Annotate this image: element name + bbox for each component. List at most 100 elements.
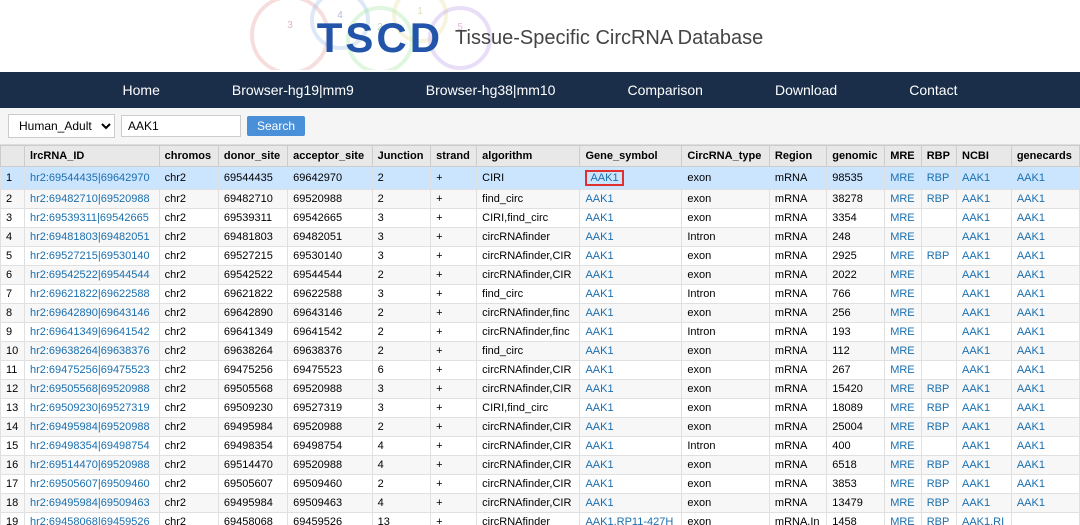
- genecards-link[interactable]: AAK1: [1017, 269, 1045, 281]
- circrna-id-link[interactable]: hr2:69527215|69530140: [30, 250, 150, 262]
- ncbi-link[interactable]: AAK1: [962, 345, 990, 357]
- gene-symbol-link[interactable]: AAK1: [585, 269, 613, 281]
- ncbi-link[interactable]: AAK1: [962, 440, 990, 452]
- circrna-id-link[interactable]: hr2:69505568|69520988: [30, 383, 150, 395]
- gene-symbol-link[interactable]: AAK1: [585, 459, 613, 471]
- ncbi-link[interactable]: AAK1: [962, 288, 990, 300]
- gene-symbol-link[interactable]: AAK1: [585, 478, 613, 490]
- rbp-link[interactable]: RBP: [927, 402, 950, 414]
- gene-symbol-link[interactable]: AAK1: [585, 440, 613, 452]
- genecards-link[interactable]: AAK1: [1017, 193, 1045, 205]
- genecards-link[interactable]: AAK1: [1017, 440, 1045, 452]
- rbp-link[interactable]: RBP: [927, 250, 950, 262]
- rbp-link[interactable]: RBP: [927, 383, 950, 395]
- mre-link[interactable]: MRE: [890, 250, 914, 262]
- ncbi-link[interactable]: AAK1: [962, 497, 990, 509]
- mre-link[interactable]: MRE: [890, 307, 914, 319]
- rbp-link[interactable]: RBP: [927, 516, 950, 525]
- mre-link[interactable]: MRE: [890, 172, 914, 184]
- mre-link[interactable]: MRE: [890, 269, 914, 281]
- circrna-id-link[interactable]: hr2:69514470|69520988: [30, 459, 150, 471]
- mre-link[interactable]: MRE: [890, 231, 914, 243]
- genecards-link[interactable]: AAK1: [1017, 402, 1045, 414]
- rbp-link[interactable]: RBP: [927, 421, 950, 433]
- circrna-id-link[interactable]: hr2:69542522|69544544: [30, 269, 150, 281]
- organism-select[interactable]: Human_Adult Human_Fetal Mouse_Adult Mous…: [8, 114, 115, 138]
- genecards-link[interactable]: AAK1: [1017, 212, 1045, 224]
- rbp-link[interactable]: RBP: [927, 478, 950, 490]
- ncbi-link[interactable]: AAK1: [962, 250, 990, 262]
- ncbi-link[interactable]: AAK1: [962, 364, 990, 376]
- ncbi-link[interactable]: AAK1: [962, 402, 990, 414]
- ncbi-link[interactable]: AAK1: [962, 172, 990, 184]
- circrna-id-link[interactable]: hr2:69458068|69459526: [30, 516, 150, 525]
- nav-download[interactable]: Download: [739, 72, 873, 108]
- ncbi-link[interactable]: AAK1: [962, 307, 990, 319]
- gene-symbol-link[interactable]: AAK1: [585, 231, 613, 243]
- search-button[interactable]: Search: [247, 116, 305, 136]
- ncbi-link[interactable]: AAK1: [962, 459, 990, 471]
- gene-symbol-link[interactable]: AAK1: [585, 212, 613, 224]
- genecards-link[interactable]: AAK1: [1017, 478, 1045, 490]
- mre-link[interactable]: MRE: [890, 364, 914, 376]
- ncbi-link[interactable]: AAK1,RI: [962, 516, 1004, 525]
- rbp-link[interactable]: RBP: [927, 459, 950, 471]
- genecards-link[interactable]: AAK1: [1017, 421, 1045, 433]
- ncbi-link[interactable]: AAK1: [962, 193, 990, 205]
- gene-symbol-link[interactable]: AAK1: [585, 402, 613, 414]
- mre-link[interactable]: MRE: [890, 326, 914, 338]
- genecards-link[interactable]: AAK1: [1017, 307, 1045, 319]
- genecards-link[interactable]: AAK1: [1017, 383, 1045, 395]
- mre-link[interactable]: MRE: [890, 440, 914, 452]
- gene-symbol-link[interactable]: AAK1: [585, 193, 613, 205]
- ncbi-link[interactable]: AAK1: [962, 212, 990, 224]
- ncbi-link[interactable]: AAK1: [962, 478, 990, 490]
- gene-symbol-link[interactable]: AAK1,RP11-427H: [585, 516, 673, 525]
- circrna-id-link[interactable]: hr2:69475256|69475523: [30, 364, 150, 376]
- ncbi-link[interactable]: AAK1: [962, 421, 990, 433]
- circrna-id-link[interactable]: hr2:69495984|69520988: [30, 421, 150, 433]
- nav-comparison[interactable]: Comparison: [591, 72, 738, 108]
- circrna-id-link[interactable]: hr2:69498354|69498754: [30, 440, 150, 452]
- gene-symbol-link[interactable]: AAK1: [585, 421, 613, 433]
- mre-link[interactable]: MRE: [890, 459, 914, 471]
- search-input[interactable]: [121, 115, 241, 137]
- ncbi-link[interactable]: AAK1: [962, 383, 990, 395]
- circrna-id-link[interactable]: hr2:69642890|69643146: [30, 307, 150, 319]
- gene-symbol-link[interactable]: AAK1: [585, 250, 613, 262]
- circrna-id-link[interactable]: hr2:69482710|69520988: [30, 193, 150, 205]
- mre-link[interactable]: MRE: [890, 421, 914, 433]
- mre-link[interactable]: MRE: [890, 497, 914, 509]
- nav-home[interactable]: Home: [87, 72, 196, 108]
- gene-symbol-link[interactable]: AAK1: [585, 170, 623, 186]
- circrna-id-link[interactable]: hr2:69621822|69622588: [30, 288, 150, 300]
- genecards-link[interactable]: AAK1: [1017, 231, 1045, 243]
- circrna-id-link[interactable]: hr2:69539311|69542665: [30, 212, 149, 224]
- mre-link[interactable]: MRE: [890, 212, 914, 224]
- nav-browser-hg38[interactable]: Browser-hg38|mm10: [390, 72, 592, 108]
- mre-link[interactable]: MRE: [890, 345, 914, 357]
- gene-symbol-link[interactable]: AAK1: [585, 345, 613, 357]
- circrna-id-link[interactable]: hr2:69641349|69641542: [30, 326, 150, 338]
- gene-symbol-link[interactable]: AAK1: [585, 383, 613, 395]
- ncbi-link[interactable]: AAK1: [962, 231, 990, 243]
- gene-symbol-link[interactable]: AAK1: [585, 307, 613, 319]
- circrna-id-link[interactable]: hr2:69505607|69509460: [30, 478, 150, 490]
- gene-symbol-link[interactable]: AAK1: [585, 288, 613, 300]
- nav-contact[interactable]: Contact: [873, 72, 993, 108]
- circrna-id-link[interactable]: hr2:69544435|69642970: [30, 172, 150, 184]
- mre-link[interactable]: MRE: [890, 383, 914, 395]
- genecards-link[interactable]: AAK1: [1017, 288, 1045, 300]
- gene-symbol-link[interactable]: AAK1: [585, 326, 613, 338]
- genecards-link[interactable]: AAK1: [1017, 364, 1045, 376]
- genecards-link[interactable]: AAK1: [1017, 250, 1045, 262]
- genecards-link[interactable]: AAK1: [1017, 326, 1045, 338]
- rbp-link[interactable]: RBP: [927, 497, 950, 509]
- mre-link[interactable]: MRE: [890, 402, 914, 414]
- nav-browser-hg19[interactable]: Browser-hg19|mm9: [196, 72, 390, 108]
- genecards-link[interactable]: AAK1: [1017, 497, 1045, 509]
- circrna-id-link[interactable]: hr2:69509230|69527319: [30, 402, 150, 414]
- circrna-id-link[interactable]: hr2:69495984|69509463: [30, 497, 150, 509]
- mre-link[interactable]: MRE: [890, 193, 914, 205]
- circrna-id-link[interactable]: hr2:69481803|69482051: [30, 231, 150, 243]
